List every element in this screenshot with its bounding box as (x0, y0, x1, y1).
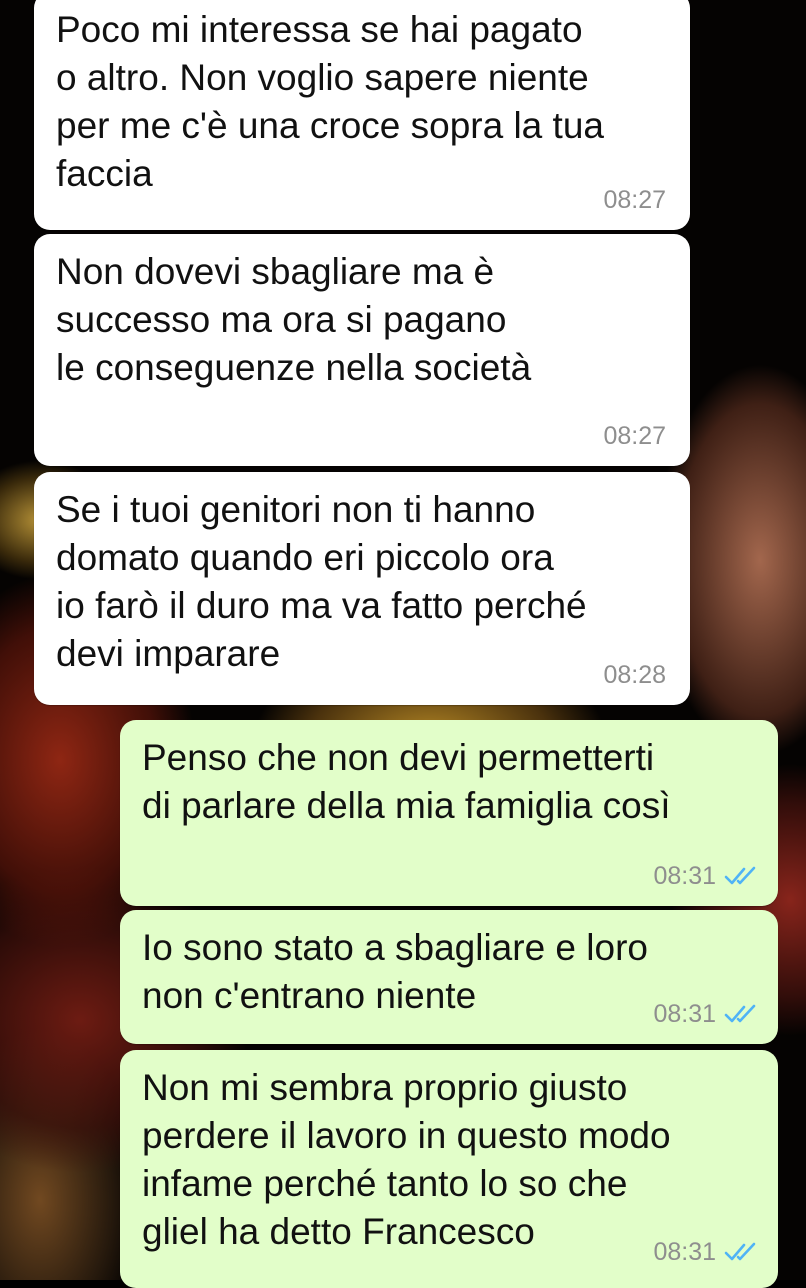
message-time: 08:27 (603, 186, 666, 214)
message-time: 08:28 (603, 661, 666, 689)
double-check-icon (724, 865, 760, 887)
message-meta: 08:31 (653, 1000, 760, 1028)
outgoing-message[interactable]: Penso che non devi permetterti di parlar… (120, 720, 778, 906)
outgoing-message[interactable]: Non mi sembra proprio giusto perdere il … (120, 1050, 778, 1288)
incoming-message[interactable]: Non dovevi sbagliare ma è successo ma or… (34, 234, 690, 466)
message-time: 08:27 (603, 422, 666, 450)
message-text: Penso che non devi permetterti di parlar… (142, 737, 671, 826)
outgoing-message[interactable]: Io sono stato a sbagliare e loro non c'e… (120, 910, 778, 1044)
message-meta: 08:27 (603, 186, 666, 214)
message-text: Se i tuoi genitori non ti hanno domato q… (56, 489, 587, 674)
double-check-icon (724, 1003, 760, 1025)
message-meta: 08:31 (653, 862, 760, 890)
double-check-icon (724, 1241, 760, 1263)
message-meta: 08:28 (603, 661, 666, 689)
message-time: 08:31 (653, 1000, 716, 1028)
message-text: Poco mi interessa se hai pagato o altro.… (56, 9, 604, 194)
message-text: Non dovevi sbagliare ma è successo ma or… (56, 251, 532, 388)
incoming-message[interactable]: Poco mi interessa se hai pagato o altro.… (34, 0, 690, 230)
incoming-message[interactable]: Se i tuoi genitori non ti hanno domato q… (34, 472, 690, 705)
message-text: Non mi sembra proprio giusto perdere il … (142, 1067, 671, 1252)
message-time: 08:31 (653, 862, 716, 890)
message-meta: 08:27 (603, 422, 666, 450)
message-time: 08:31 (653, 1238, 716, 1266)
message-meta: 08:31 (653, 1238, 760, 1266)
